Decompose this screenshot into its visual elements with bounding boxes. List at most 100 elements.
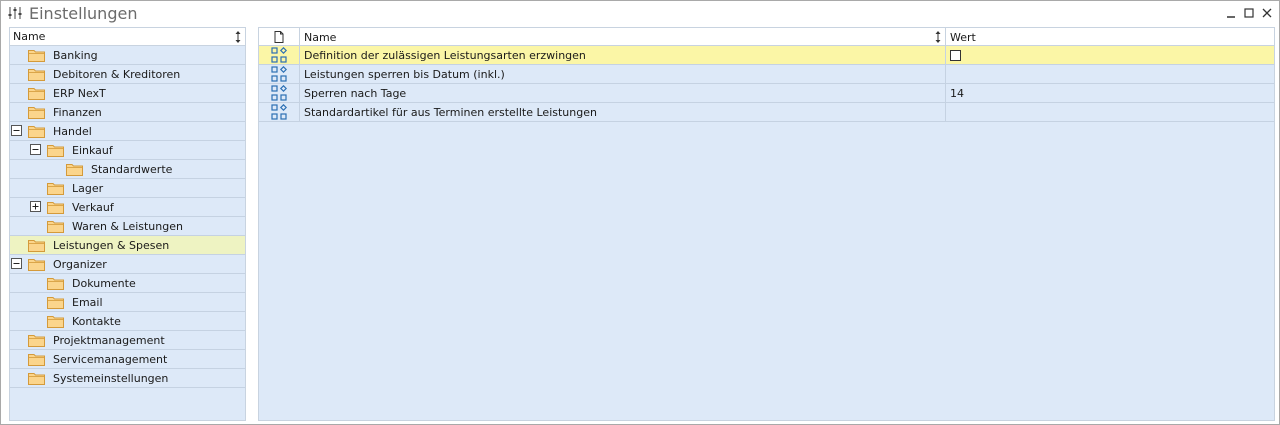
- folder-icon: [47, 200, 64, 214]
- tree-item-label: Servicemanagement: [53, 353, 168, 366]
- grid-row[interactable]: Leistungen sperren bis Datum (inkl.): [259, 65, 1274, 84]
- setting-item-icon: [271, 104, 287, 120]
- tree-item-systemeinstellungen[interactable]: Systemeinstellungen: [10, 369, 245, 388]
- tree-item-label: Finanzen: [53, 106, 102, 119]
- grid-header-value[interactable]: Wert: [946, 28, 1274, 46]
- grid-header-name-label: Name: [304, 30, 337, 44]
- value-checkbox[interactable]: [950, 49, 961, 61]
- close-icon[interactable]: [1261, 6, 1273, 20]
- tree-item-email[interactable]: Email: [10, 293, 245, 312]
- grid-cell-value[interactable]: 14: [946, 84, 1274, 102]
- grid-cell-name: Leistungen sperren bis Datum (inkl.): [300, 65, 946, 83]
- document-icon: [274, 31, 284, 43]
- tree-column-header[interactable]: Name: [10, 28, 245, 46]
- grid-cell-value[interactable]: [946, 46, 1274, 64]
- grid-header-name[interactable]: Name: [300, 28, 946, 46]
- folder-icon: [28, 238, 45, 252]
- tree-item-label: Organizer: [53, 258, 107, 271]
- tree-item-label: Kontakte: [72, 315, 121, 328]
- tree-item-waren-leistungen[interactable]: Waren & Leistungen: [10, 217, 245, 236]
- folder-icon: [28, 333, 45, 347]
- folder-icon: [28, 105, 45, 119]
- grid-row[interactable]: Standardartikel für aus Terminen erstell…: [259, 103, 1274, 122]
- folder-icon: [66, 162, 83, 176]
- setting-name: Sperren nach Tage: [304, 86, 407, 100]
- tree-item-label: Standardwerte: [91, 163, 173, 176]
- tree-rows: Banking Debitoren & Kreditoren ERP NexT Fin…: [10, 46, 245, 388]
- folder-icon: [47, 143, 64, 157]
- collapse-icon[interactable]: [30, 144, 41, 155]
- folder-icon: [28, 86, 45, 100]
- grid-cell-name: Standardartikel für aus Terminen erstell…: [300, 103, 946, 121]
- tree-item-lager[interactable]: Lager: [10, 179, 245, 198]
- setting-name: Definition der zulässigen Leistungsarten…: [304, 48, 586, 62]
- folder-icon: [28, 124, 45, 138]
- grid-row[interactable]: Definition der zulässigen Leistungsarten…: [259, 46, 1274, 65]
- tree-item-einkauf[interactable]: Einkauf: [10, 141, 245, 160]
- tree-item-label: Waren & Leistungen: [72, 220, 183, 233]
- tree-item-erp-next[interactable]: ERP NexT: [10, 84, 245, 103]
- tree-item-debitoren-kreditoren[interactable]: Debitoren & Kreditoren: [10, 65, 245, 84]
- grid-row-icon-cell: [259, 84, 300, 102]
- minimize-icon[interactable]: [1225, 6, 1237, 20]
- folder-icon: [47, 181, 64, 195]
- maximize-icon[interactable]: [1243, 6, 1255, 20]
- grid-cell-value[interactable]: [946, 103, 1274, 121]
- setting-name: Standardartikel für aus Terminen erstell…: [304, 105, 597, 119]
- tree-item-handel[interactable]: Handel: [10, 122, 245, 141]
- setting-item-icon: [271, 85, 287, 101]
- grid-row-icon-cell: [259, 103, 300, 121]
- tree-item-standardwerte[interactable]: Standardwerte: [10, 160, 245, 179]
- tree-item-projektmanagement[interactable]: Projektmanagement: [10, 331, 245, 350]
- tree-item-kontakte[interactable]: Kontakte: [10, 312, 245, 331]
- tree-item-label: Dokumente: [72, 277, 136, 290]
- setting-item-icon: [271, 66, 287, 82]
- tree-item-label: Debitoren & Kreditoren: [53, 68, 181, 81]
- collapse-icon[interactable]: [11, 125, 22, 136]
- tree-item-label: Verkauf: [72, 201, 114, 214]
- folder-icon: [47, 219, 64, 233]
- grid-row[interactable]: Sperren nach Tage 14: [259, 84, 1274, 103]
- grid-header-icon-column[interactable]: [259, 28, 300, 46]
- settings-sliders-icon: [8, 7, 22, 19]
- settings-grid: Name Wert Definition der zulässigen Leis…: [258, 27, 1275, 421]
- grid-row-icon-cell: [259, 65, 300, 83]
- settings-tree: Name Banking Debitoren & Kreditoren ERP Ne…: [9, 27, 246, 421]
- sort-icon[interactable]: [235, 30, 241, 44]
- grid-cell-name: Definition der zulässigen Leistungsarten…: [300, 46, 946, 64]
- folder-icon: [28, 371, 45, 385]
- tree-item-organizer[interactable]: Organizer: [10, 255, 245, 274]
- tree-item-label: Banking: [53, 49, 98, 62]
- setting-item-icon: [271, 47, 287, 63]
- tree-item-label: Handel: [53, 125, 92, 138]
- tree-item-verkauf[interactable]: Verkauf: [10, 198, 245, 217]
- grid-cell-value[interactable]: [946, 65, 1274, 83]
- folder-icon: [28, 352, 45, 366]
- folder-icon: [28, 48, 45, 62]
- tree-item-label: Lager: [72, 182, 104, 195]
- folder-icon: [28, 257, 45, 271]
- setting-name: Leistungen sperren bis Datum (inkl.): [304, 67, 505, 81]
- folder-icon: [28, 67, 45, 81]
- grid-header-value-label: Wert: [950, 30, 976, 44]
- tree-item-leistungen-spesen[interactable]: Leistungen & Spesen: [10, 236, 245, 255]
- tree-item-finanzen[interactable]: Finanzen: [10, 103, 245, 122]
- sort-icon[interactable]: [935, 30, 941, 44]
- tree-header-label: Name: [13, 30, 46, 43]
- tree-item-servicemanagement[interactable]: Servicemanagement: [10, 350, 245, 369]
- tree-item-label: Email: [72, 296, 103, 309]
- tree-item-dokumente[interactable]: Dokumente: [10, 274, 245, 293]
- setting-value: 14: [950, 86, 964, 100]
- tree-item-label: ERP NexT: [53, 87, 106, 100]
- tree-item-label: Leistungen & Spesen: [53, 239, 170, 252]
- grid-header: Name Wert: [259, 28, 1274, 46]
- tree-item-label: Systemeinstellungen: [53, 372, 169, 385]
- expand-icon[interactable]: [30, 201, 41, 212]
- tree-item-banking[interactable]: Banking: [10, 46, 245, 65]
- folder-icon: [47, 314, 64, 328]
- tree-item-label: Einkauf: [72, 144, 113, 157]
- collapse-icon[interactable]: [11, 258, 22, 269]
- grid-cell-name: Sperren nach Tage: [300, 84, 946, 102]
- folder-icon: [47, 295, 64, 309]
- grid-row-icon-cell: [259, 46, 300, 64]
